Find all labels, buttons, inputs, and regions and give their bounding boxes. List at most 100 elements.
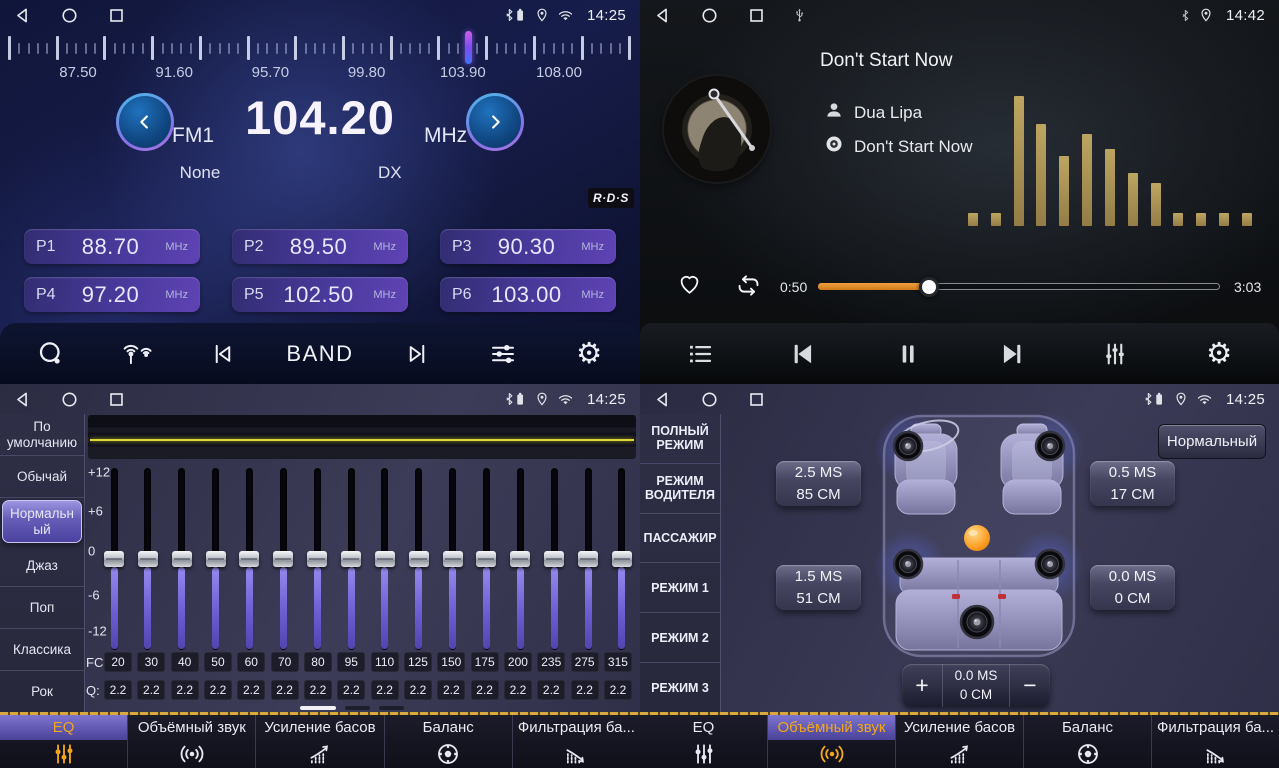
eq-preset-2[interactable]: Обычай <box>0 456 84 498</box>
fc-value[interactable]: 20 <box>104 652 132 672</box>
seek-down-button[interactable] <box>116 93 174 151</box>
back-icon[interactable] <box>654 7 671 24</box>
slider-knob[interactable] <box>443 551 463 567</box>
eq-band-slider[interactable] <box>239 468 259 650</box>
radio-preset-p2[interactable]: P289.50MHz <box>232 229 408 264</box>
fc-value[interactable]: 60 <box>237 652 265 672</box>
settings-gear-icon[interactable]: ⚙ <box>1197 339 1241 368</box>
sf-mode-2[interactable]: РЕЖИМ ВОДИТЕЛЯ <box>640 464 720 514</box>
scan-icon[interactable] <box>29 339 73 369</box>
radio-preset-p4[interactable]: P497.20MHz <box>24 277 200 312</box>
slider-knob[interactable] <box>510 551 530 567</box>
q-value[interactable]: 2.2 <box>537 680 565 700</box>
rear-right-delay-button[interactable]: 0.0 MS 0 CM <box>1090 565 1175 610</box>
slider-knob[interactable] <box>578 551 598 567</box>
q-value[interactable]: 2.2 <box>304 680 332 700</box>
fc-value[interactable]: 30 <box>137 652 165 672</box>
tab-bass-boost[interactable]: Усиление басов <box>256 715 384 768</box>
sf-mode-1[interactable]: ПОЛНЫЙ РЕЖИМ <box>640 414 720 464</box>
eq-band-slider[interactable] <box>510 468 530 650</box>
eq-preset-7[interactable]: Рок <box>0 671 84 712</box>
broadcast-icon[interactable] <box>115 339 159 369</box>
radio-preset-p1[interactable]: P188.70MHz <box>24 229 200 264</box>
slider-knob[interactable] <box>544 551 564 567</box>
fc-value[interactable]: 125 <box>404 652 432 672</box>
slider-knob[interactable] <box>206 551 226 567</box>
tab-filter[interactable]: Фильтрация ба... <box>513 715 640 768</box>
radio-preset-p3[interactable]: P390.30MHz <box>440 229 616 264</box>
eq-preset-6[interactable]: Классика <box>0 629 84 671</box>
q-value[interactable]: 2.2 <box>404 680 432 700</box>
q-value[interactable]: 2.2 <box>104 680 132 700</box>
fc-value[interactable]: 235 <box>537 652 565 672</box>
recents-icon[interactable] <box>748 7 765 24</box>
band-button[interactable]: BAND <box>286 341 353 367</box>
fc-value[interactable]: 95 <box>337 652 365 672</box>
fc-value[interactable]: 275 <box>571 652 599 672</box>
q-value[interactable]: 2.2 <box>137 680 165 700</box>
progress-bar[interactable] <box>818 283 1220 290</box>
front-right-delay-button[interactable]: 0.5 MS 17 CM <box>1090 461 1175 506</box>
q-value[interactable]: 2.2 <box>171 680 199 700</box>
sf-mode-3[interactable]: ПАССАЖИР <box>640 514 720 564</box>
slider-knob[interactable] <box>172 551 192 567</box>
eq-preset-4[interactable]: Джаз <box>0 545 84 587</box>
next-station-icon[interactable] <box>395 339 439 369</box>
recents-icon[interactable] <box>108 391 125 408</box>
eq-band-slider[interactable] <box>476 468 496 650</box>
tab-balance[interactable]: Баланс <box>385 715 513 768</box>
eq-band-slider[interactable] <box>307 468 327 650</box>
previous-track-icon[interactable] <box>782 337 826 371</box>
slider-knob[interactable] <box>375 551 395 567</box>
tab-surround[interactable]: Объёмный звук <box>128 715 256 768</box>
eq-band-slider[interactable] <box>341 468 361 650</box>
decrease-delay-button[interactable]: − <box>1010 664 1050 707</box>
rear-left-delay-button[interactable]: 1.5 MS 51 CM <box>776 565 861 610</box>
pause-icon[interactable] <box>886 338 930 370</box>
fc-value[interactable]: 50 <box>204 652 232 672</box>
progress-thumb[interactable] <box>919 277 939 297</box>
sf-mode-5[interactable]: РЕЖИМ 2 <box>640 613 720 663</box>
fc-value[interactable]: 200 <box>504 652 532 672</box>
tab-balance[interactable]: Баланс <box>1024 715 1152 768</box>
fc-value[interactable]: 150 <box>437 652 465 672</box>
previous-station-icon[interactable] <box>201 339 245 369</box>
tab-bass-boost[interactable]: Усиление басов <box>896 715 1024 768</box>
slider-knob[interactable] <box>104 551 124 567</box>
favorite-icon[interactable] <box>676 270 703 302</box>
home-icon[interactable] <box>61 7 78 24</box>
playlist-icon[interactable] <box>678 339 722 369</box>
sound-preset-button[interactable]: Нормальный <box>1158 424 1266 459</box>
eq-band-slider[interactable] <box>206 468 226 650</box>
fc-value[interactable]: 40 <box>171 652 199 672</box>
eq-preset-3[interactable]: Нормальный <box>2 500 82 543</box>
increase-delay-button[interactable]: + <box>902 664 942 707</box>
eq-band-slider[interactable] <box>544 468 564 650</box>
q-value[interactable]: 2.2 <box>271 680 299 700</box>
q-value[interactable]: 2.2 <box>337 680 365 700</box>
sf-mode-6[interactable]: РЕЖИМ 3 <box>640 663 720 712</box>
eq-preset-1[interactable]: По умолчанию <box>0 414 84 456</box>
slider-knob[interactable] <box>138 551 158 567</box>
back-icon[interactable] <box>14 391 31 408</box>
frequency-dial[interactable] <box>8 34 632 62</box>
eq-band-slider[interactable] <box>375 468 395 650</box>
slider-knob[interactable] <box>409 551 429 567</box>
recents-icon[interactable] <box>108 7 125 24</box>
eq-band-slider[interactable] <box>443 468 463 650</box>
slider-knob[interactable] <box>239 551 259 567</box>
q-value[interactable]: 2.2 <box>471 680 499 700</box>
tab-eq[interactable]: EQ <box>640 715 768 768</box>
home-icon[interactable] <box>61 391 78 408</box>
eq-band-slider[interactable] <box>578 468 598 650</box>
q-value[interactable]: 2.2 <box>237 680 265 700</box>
radio-preset-p5[interactable]: P5102.50MHz <box>232 277 408 312</box>
tab-surround[interactable]: Объёмный звук <box>768 715 896 768</box>
radio-preset-p6[interactable]: P6103.00MHz <box>440 277 616 312</box>
fc-value[interactable]: 315 <box>604 652 632 672</box>
next-track-icon[interactable] <box>989 337 1033 371</box>
q-value[interactable]: 2.2 <box>371 680 399 700</box>
slider-knob[interactable] <box>612 551 632 567</box>
eq-band-slider[interactable] <box>273 468 293 650</box>
front-left-delay-button[interactable]: 2.5 MS 85 CM <box>776 461 861 506</box>
